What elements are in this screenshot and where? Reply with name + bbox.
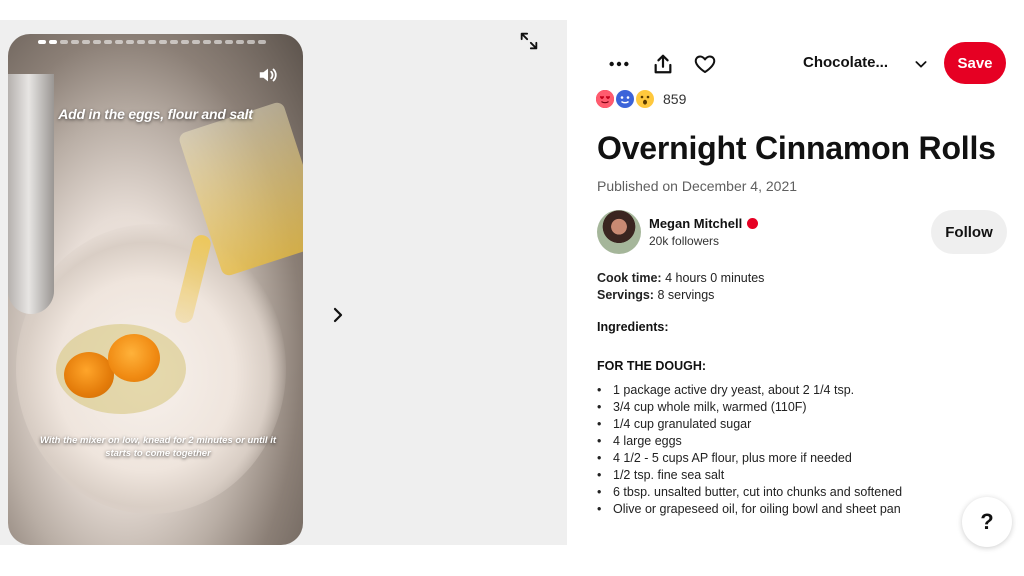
heart-icon[interactable] bbox=[693, 52, 717, 76]
list-item: 1/4 cup granulated sugar bbox=[597, 416, 902, 433]
list-item: 1/2 tsp. fine sea salt bbox=[597, 467, 902, 484]
pin-detail-panel: Chocolate... Save 859 Overnight Cinnamon… bbox=[567, 20, 1024, 576]
progress-segment bbox=[181, 40, 189, 44]
progress-segment bbox=[126, 40, 134, 44]
pin-toolbar: Chocolate... Save bbox=[597, 42, 1017, 86]
verified-badge-icon bbox=[747, 218, 758, 229]
story-progress-bar bbox=[38, 40, 266, 44]
list-item: 1 package active dry yeast, about 2 1/4 … bbox=[597, 382, 902, 399]
ingredients-heading: Ingredients: bbox=[597, 320, 669, 334]
progress-segment bbox=[214, 40, 222, 44]
wow-face-icon bbox=[636, 90, 654, 108]
servings-row: Servings: 8 servings bbox=[597, 287, 764, 304]
blue-face-icon bbox=[616, 90, 634, 108]
progress-segment bbox=[203, 40, 211, 44]
creator-name[interactable]: Megan Mitchell bbox=[649, 216, 742, 231]
help-button[interactable]: ? bbox=[962, 497, 1012, 547]
more-options-icon[interactable] bbox=[607, 52, 631, 76]
progress-segment bbox=[159, 40, 167, 44]
progress-segment bbox=[225, 40, 233, 44]
egg-yolk-image bbox=[64, 352, 114, 398]
volume-icon[interactable] bbox=[257, 64, 279, 86]
progress-segment bbox=[170, 40, 178, 44]
avatar[interactable] bbox=[597, 210, 641, 254]
pin-title: Overnight Cinnamon Rolls bbox=[597, 130, 996, 166]
progress-segment bbox=[38, 40, 46, 44]
progress-segment bbox=[115, 40, 123, 44]
list-item: 6 tbsp. unsalted butter, cut into chunks… bbox=[597, 484, 902, 501]
egg-yolk-image bbox=[108, 334, 160, 382]
progress-segment bbox=[258, 40, 266, 44]
progress-segment bbox=[137, 40, 145, 44]
follower-count: 20k followers bbox=[649, 234, 720, 248]
media-panel: Add in the eggs, flour and salt With the… bbox=[0, 20, 567, 545]
story-caption-top: Add in the eggs, flour and salt bbox=[58, 106, 253, 122]
expand-icon[interactable] bbox=[518, 30, 544, 56]
ingredient-list: 1 package active dry yeast, about 2 1/4 … bbox=[597, 382, 902, 518]
servings-value: 8 servings bbox=[657, 288, 715, 302]
progress-segment bbox=[236, 40, 244, 44]
servings-label: Servings: bbox=[597, 288, 654, 302]
progress-segment bbox=[60, 40, 68, 44]
published-date: Published on December 4, 2021 bbox=[597, 178, 798, 194]
progress-segment bbox=[93, 40, 101, 44]
cook-time-value: 4 hours 0 minutes bbox=[665, 271, 765, 285]
save-button[interactable]: Save bbox=[944, 42, 1006, 84]
progress-segment bbox=[71, 40, 79, 44]
list-item: 4 1/2 - 5 cups AP flour, plus more if ne… bbox=[597, 450, 902, 467]
cook-time-label: Cook time: bbox=[597, 271, 662, 285]
reactions-summary[interactable]: 859 bbox=[596, 90, 686, 108]
next-arrow-icon[interactable] bbox=[326, 301, 350, 329]
follow-button[interactable]: Follow bbox=[931, 210, 1007, 254]
chevron-down-icon[interactable] bbox=[913, 54, 929, 74]
dough-section-heading: FOR THE DOUGH: bbox=[597, 359, 707, 373]
progress-segment bbox=[82, 40, 90, 44]
progress-segment bbox=[192, 40, 200, 44]
list-item: Olive or grapeseed oil, for oiling bowl … bbox=[597, 501, 902, 518]
progress-segment bbox=[104, 40, 112, 44]
list-item: 3/4 cup whole milk, warmed (110F) bbox=[597, 399, 902, 416]
recipe-meta: Cook time: 4 hours 0 minutes Servings: 8… bbox=[597, 270, 764, 304]
list-item: 4 large eggs bbox=[597, 433, 902, 450]
share-icon[interactable] bbox=[651, 52, 675, 76]
heart-eyes-icon bbox=[596, 90, 614, 108]
story-video[interactable]: Add in the eggs, flour and salt With the… bbox=[8, 34, 303, 545]
board-selector[interactable]: Chocolate... bbox=[803, 54, 888, 71]
creator-row: Megan Mitchell 20k followers Follow bbox=[597, 210, 1007, 256]
progress-segment bbox=[49, 40, 57, 44]
progress-segment bbox=[247, 40, 255, 44]
story-caption-bottom: With the mixer on low, knead for 2 minut… bbox=[39, 435, 277, 459]
reaction-count: 859 bbox=[663, 91, 687, 107]
progress-segment bbox=[148, 40, 156, 44]
cook-time-row: Cook time: 4 hours 0 minutes bbox=[597, 270, 764, 287]
